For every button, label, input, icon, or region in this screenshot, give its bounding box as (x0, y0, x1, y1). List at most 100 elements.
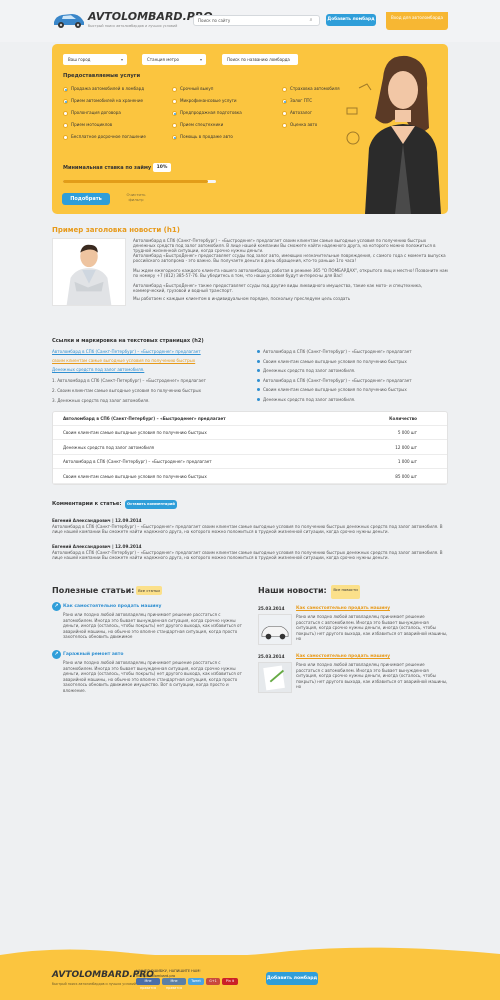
table-row: Автоломбард в СПб (Санкт-Петербург) – «Б… (53, 455, 447, 469)
chevron-down-icon: ▾ (199, 57, 202, 62)
bullet-item: Автоломбард в СПб (Санкт-Петербург) – «Б… (257, 349, 412, 354)
service-label: Прием мотоциклов (71, 122, 113, 127)
comment-author: Евгений Александрович | 12.09.2014 (52, 518, 142, 523)
service-checkbox[interactable]: Автозалог (282, 110, 312, 116)
add-lombard-button[interactable]: Добавить ломбард (326, 14, 376, 26)
useful-articles-title: Полезные статьи: (52, 586, 135, 595)
gplus-button[interactable]: G+1 (206, 978, 220, 985)
rate-slider[interactable] (63, 180, 216, 183)
service-label: Страховка автомобиля (290, 86, 340, 91)
comments-title: Комментарии к статье: (52, 501, 122, 507)
service-checkbox[interactable]: Страховка автомобиля (282, 86, 340, 92)
radio-bullet-icon (282, 98, 287, 104)
car-icon: ↗ (52, 602, 61, 611)
service-checkbox[interactable]: Пролонгация договора (63, 110, 121, 116)
service-checkbox[interactable]: Прием автомобилей на хранение (63, 98, 143, 104)
news-link[interactable]: Как самостоятельно продать машину (296, 606, 390, 611)
table-row: Своим клиентам самые выгодные условия по… (53, 470, 447, 484)
rate-slider-fill (63, 180, 209, 183)
table-cell-qty: 85 000 шт (395, 473, 417, 479)
service-checkbox[interactable]: Срочный выкуп (172, 86, 213, 92)
metro-select[interactable]: Станция метро ▾ (142, 54, 206, 65)
numbered-item: 1. Автоломбард в СПб (Санкт-Петербург) –… (52, 378, 206, 383)
service-checkbox[interactable]: Предпродажная подготовка (172, 110, 242, 116)
radio-bullet-icon (172, 122, 177, 128)
article-paragraph: Автоломбард «БыстроДенег» также предоста… (133, 283, 423, 294)
table-row: Денежных средств под залог автомобиля 12 … (53, 441, 447, 455)
filter-panel: Ваш город ▾ Станция метро ▾ Поиск по назва… (52, 44, 448, 214)
service-label: Бесплатное досрочное погашение (71, 134, 146, 139)
tweet-button[interactable]: Tweet (188, 978, 204, 985)
news-date: 25.03.2014 (258, 606, 285, 611)
table-cell-qty: 5 000 шт (397, 430, 417, 435)
bullet-item: Денежных средств под залог автомобиля. (257, 368, 355, 373)
woman-photo (346, 55, 441, 214)
bullet-item: Своим клиентам самые выгодные условия по… (257, 359, 407, 364)
bullet-item: Денежных средств под залог автомобиля. (257, 397, 355, 402)
radio-bullet-icon (172, 110, 177, 116)
service-label: Срочный выкуп (180, 86, 214, 91)
service-checkbox[interactable]: Помощь в продаже авто (172, 134, 233, 140)
car-logo-icon (54, 14, 84, 28)
comment-text: Автоломбард в СПб (Санкт-Петербург) – «Б… (52, 550, 443, 561)
car-icon: ↗ (52, 650, 61, 659)
text-link[interactable]: Автоломбард в СПб (Санкт-Петербург) – «Б… (52, 349, 201, 354)
footer-add-lombard-button[interactable]: Добавить ломбард (266, 972, 318, 985)
service-label: Продажа автомобилей в ломбард (71, 86, 145, 91)
clear-filter-link[interactable]: Очистить фильтр (121, 192, 151, 202)
services-title: Предоставляемые услуги (63, 73, 141, 79)
article-link[interactable]: ↗ Как самостоятельно продать машину (52, 602, 161, 611)
table-cell: Автоломбард в СПб (Санкт-Петербург) – «Б… (63, 459, 212, 464)
service-label: Залог ПТС (290, 98, 313, 103)
radio-bullet-icon (282, 86, 287, 92)
article-link[interactable]: ↗ Гаражный ремонт авто (52, 650, 123, 659)
service-label: Помощь в продаже авто (180, 134, 233, 139)
search-icon[interactable]: ⌕ (304, 16, 318, 25)
table-cell-qty: 12 000 шт (395, 444, 417, 450)
pinterest-button[interactable]: Pin it (222, 978, 238, 985)
table-row: Своим клиентам самые выгодные условия по… (53, 426, 447, 440)
radio-bullet-icon (63, 110, 68, 116)
text-link[interactable]: Денежных средств под залог автомобиля. (52, 367, 144, 372)
service-checkbox[interactable]: Прием спецтехники (172, 122, 223, 128)
comment-author: Евгений Александрович | 12.09.2014 (52, 544, 142, 549)
bullet-item: Автоломбард в СПб (Санкт-Петербург) – «Б… (257, 378, 412, 383)
table-header-row: Автоломбард в СПб (Санкт-Петербург) – «Б… (53, 412, 447, 426)
service-checkbox[interactable]: Продажа автомобилей в ломбард (63, 86, 144, 92)
rate-label: Минимальная ставка по займу (63, 165, 152, 171)
service-checkbox[interactable]: Прием мотоциклов (63, 122, 112, 128)
man-photo (52, 238, 126, 306)
news-excerpt: Рано или поздно любой автовладелец прини… (296, 614, 448, 641)
logo-tagline: быстрый поиск автоломбардов и лучших усл… (88, 24, 178, 28)
all-news-button[interactable]: Все новости (331, 585, 360, 599)
site-header: AVTOLOMBARD.PRO быстрый поиск автоломбар… (0, 0, 500, 42)
news-excerpt: Рано или поздно любой автовладелец прини… (296, 662, 448, 689)
service-checkbox[interactable]: Микрофинансовые услуги (172, 98, 237, 104)
lombard-login-button[interactable]: Вход для автоломбарда (386, 12, 448, 30)
service-checkbox[interactable]: Оценка авто (282, 122, 317, 128)
news-link[interactable]: Как самостоятельно продать машину (296, 654, 390, 659)
lombard-name-search[interactable]: Поиск по названию ломбарда (222, 54, 298, 65)
leave-comment-button[interactable]: Оставить комментарий (125, 500, 177, 509)
footer-tagline: быстрый поиск автоломбардов и лучших усл… (52, 982, 136, 986)
data-table: Автоломбард в СПб (Санкт-Петербург) – «Б… (52, 411, 448, 485)
radio-bullet-icon (282, 122, 287, 128)
news-title: Наши новости: (258, 586, 327, 595)
article-paragraph: Автоломбард «БыстроДенег» предоставляет … (133, 253, 446, 264)
vk-like-button[interactable]: Мне нравится (162, 978, 186, 990)
all-articles-button[interactable]: Все статьи (136, 586, 162, 595)
text-link-visited[interactable]: своим клиентам самые выгодные условия по… (52, 358, 195, 363)
service-checkbox[interactable]: Бесплатное досрочное погашение (63, 134, 146, 140)
city-select[interactable]: Ваш город ▾ (63, 54, 127, 65)
pick-button[interactable]: Подобрать (62, 193, 110, 205)
table-cell: Денежных средств под залог автомобиля (63, 444, 155, 450)
table-cell-qty: 1 000 шт (397, 459, 417, 464)
radio-bullet-icon (282, 110, 287, 116)
facebook-like-button[interactable]: Мне нравится (136, 978, 160, 990)
news-image-car (258, 614, 292, 645)
service-checkbox[interactable]: Залог ПТС (282, 98, 312, 104)
radio-bullet-icon (63, 86, 68, 92)
search-input[interactable]: Поиск по сайту (193, 15, 320, 26)
comment-text: Автоломбард в СПб (Санкт-Петербург) – «Б… (52, 524, 443, 535)
radio-bullet-icon (63, 122, 68, 128)
